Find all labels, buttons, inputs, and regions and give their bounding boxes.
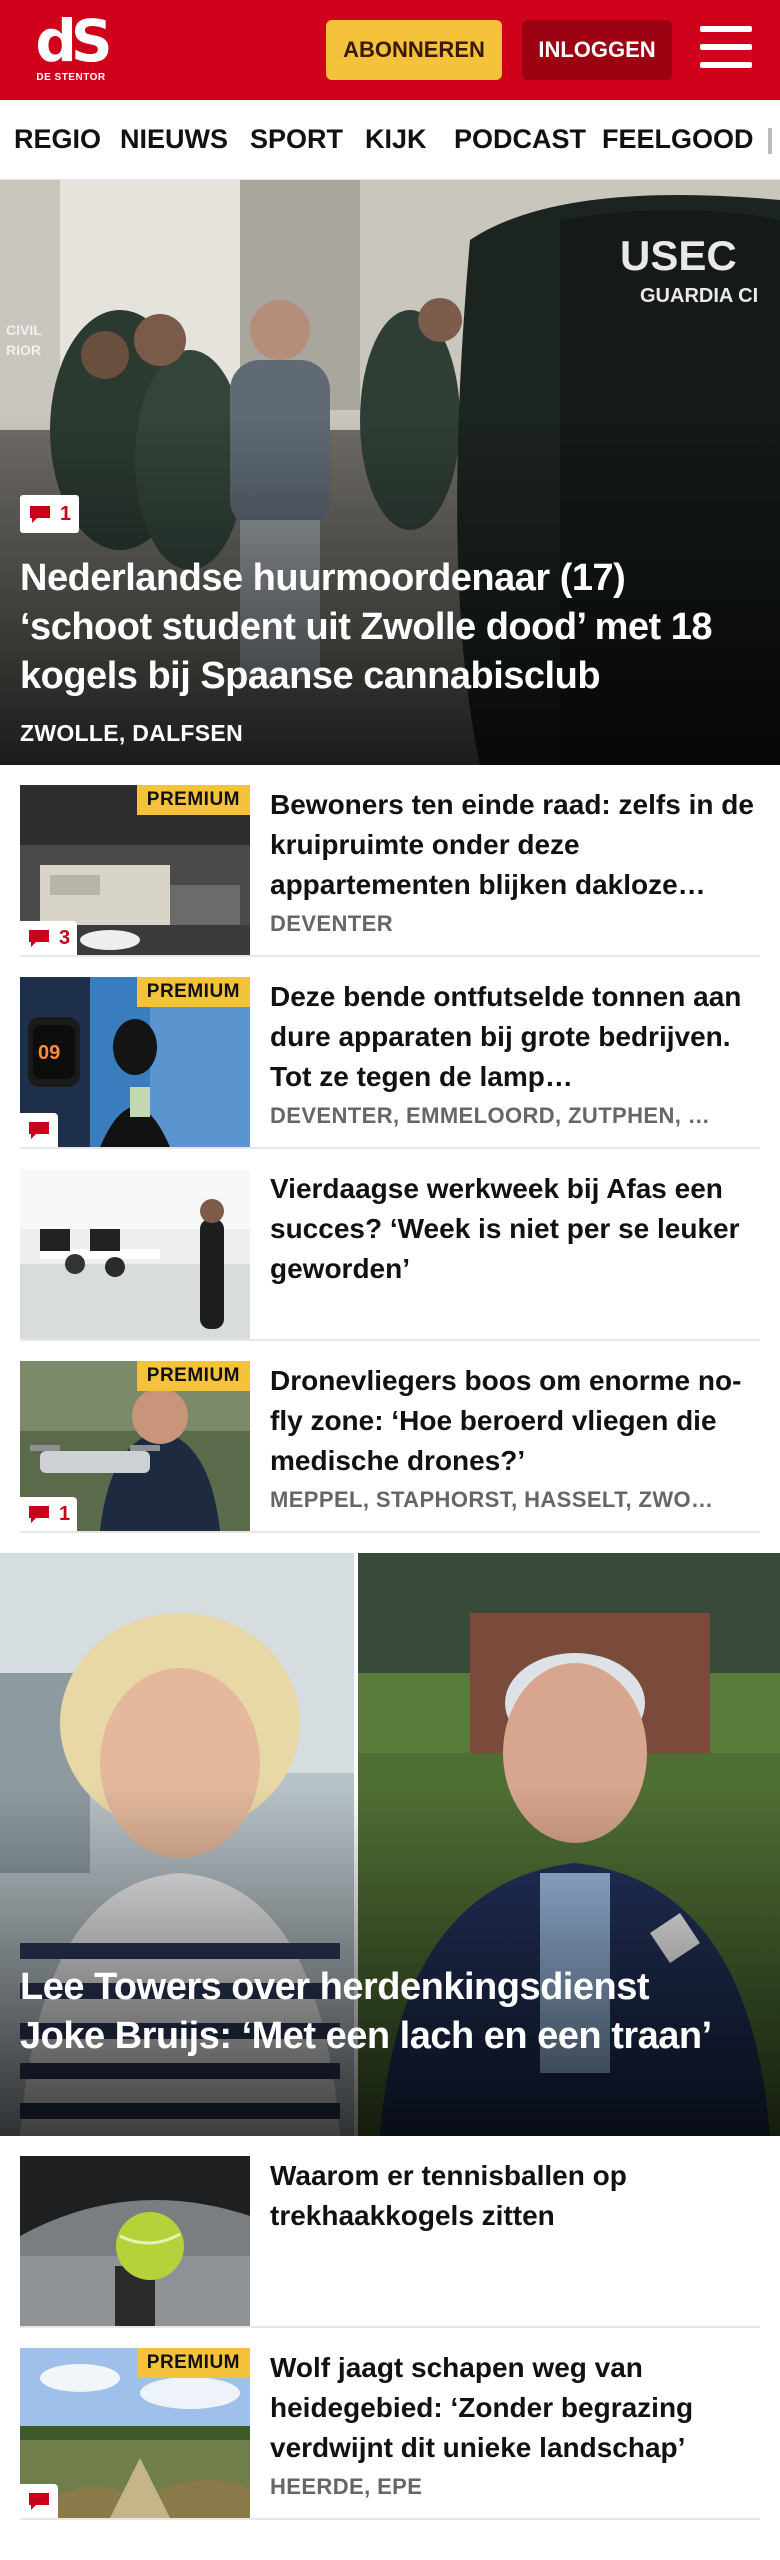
hero-article-2[interactable]: Lee Towers over herdenkingsdienst Joke B…: [0, 1553, 780, 2136]
site-logo[interactable]: dS DE STENTOR: [28, 10, 114, 92]
comment-count: 1: [60, 502, 72, 525]
comment-count-badge: [20, 2484, 58, 2518]
premium-badge: PREMIUM: [136, 785, 250, 815]
article-title[interactable]: Dronevliegers boos om enorme no-fly zone…: [270, 1361, 760, 1481]
article-thumbnail: 09 PREMIUM: [20, 977, 250, 1147]
vest-text-2: GUARDIA CI: [640, 285, 758, 307]
article-thumbnail: PREMIUM 1: [20, 1361, 250, 1531]
comment-icon: [29, 1122, 49, 1139]
nav-item-nieuws[interactable]: NIEUWS: [120, 124, 228, 155]
comment-count-badge: 3: [20, 921, 78, 955]
section-nav: REGIO NIEUWS SPORT KIJK PODCAST FEELGOOD: [0, 100, 780, 180]
article-thumbnail: PREMIUM: [20, 2348, 250, 2518]
article-thumbnail: [20, 2156, 250, 2326]
article-thumbnail: PREMIUM 3: [20, 785, 250, 955]
article-title[interactable]: Bewoners ten einde raad: zelfs in de kru…: [270, 785, 760, 905]
hamburger-icon[interactable]: [700, 26, 752, 72]
list-item[interactable]: Vierdaagse werkweek bij Afas een succes?…: [20, 1169, 760, 1341]
list-item[interactable]: PREMIUM 3 Bewoners ten einde raad: zelfs…: [20, 785, 760, 957]
comment-icon: [30, 506, 50, 523]
svg-text:CIVIL: CIVIL: [6, 322, 42, 338]
article-tags: DEVENTER: [270, 911, 393, 936]
hero-article-1[interactable]: USEC GUARDIA CI CIVIL RIOR 1 Nederlandse…: [0, 180, 780, 765]
list-item[interactable]: PREMIUM Wolf jaagt schapen weg van heide…: [20, 2348, 760, 2520]
comment-count-badge: [20, 1113, 58, 1147]
comment-count: 3: [59, 926, 71, 949]
login-button[interactable]: INLOGGEN: [522, 20, 672, 80]
hero-2-title[interactable]: Lee Towers over herdenkingsdienst Joke B…: [20, 1963, 740, 2061]
article-tags: HEERDE, EPE: [270, 2474, 423, 2499]
comment-count-badge: 1: [20, 495, 80, 533]
hero-1-tags: ZWOLLE, DALFSEN: [20, 720, 243, 746]
comment-count-badge: 1: [20, 1497, 78, 1531]
nav-item-kijk[interactable]: KIJK: [365, 124, 427, 155]
article-title[interactable]: Wolf jaagt schapen weg van heidegebied: …: [270, 2348, 760, 2468]
nav-item-podcast[interactable]: PODCAST: [454, 124, 586, 155]
nav-item-sport[interactable]: SPORT: [250, 124, 343, 155]
article-tags: DEVENTER, EMMELOORD, ZUTPHEN, …: [270, 1103, 711, 1128]
subscribe-button[interactable]: ABONNEREN: [326, 20, 502, 80]
nav-item-feelgood[interactable]: FEELGOOD: [602, 124, 754, 155]
article-title[interactable]: Deze bende ontfutselde tonnen aan dure a…: [270, 977, 760, 1097]
nav-item-regio[interactable]: REGIO: [14, 124, 101, 155]
article-title[interactable]: Waarom er tennisballen op trekhaakkogels…: [270, 2156, 760, 2236]
svg-text:RIOR: RIOR: [6, 342, 41, 358]
comment-icon: [29, 930, 49, 947]
premium-badge: PREMIUM: [136, 1361, 250, 1391]
comment-icon: [29, 1506, 49, 1523]
vest-text-1: USEC: [620, 232, 737, 279]
watch-text: 09: [38, 1042, 60, 1064]
site-header: dS DE STENTOR ABONNEREN INLOGGEN: [0, 0, 780, 100]
comment-count: 1: [59, 1502, 71, 1525]
premium-badge: PREMIUM: [136, 977, 250, 1007]
article-tags: MEPPEL, STAPHORST, HASSELT, ZWO…: [270, 1487, 714, 1512]
nav-overflow-hint: [768, 128, 772, 154]
logo-mark: dS: [35, 7, 112, 75]
article-thumbnail: [20, 1169, 250, 1339]
list-item[interactable]: PREMIUM 1 Dronevliegers boos om enorme n…: [20, 1361, 760, 1533]
logo-subtitle: DE STENTOR: [36, 72, 106, 83]
hero-1-title[interactable]: Nederlandse huurmoordenaar (17) ‘schoot …: [20, 554, 740, 701]
article-title[interactable]: Vierdaagse werkweek bij Afas een succes?…: [270, 1169, 760, 1289]
comment-icon: [29, 2493, 49, 2510]
list-item[interactable]: Waarom er tennisballen op trekhaakkogels…: [20, 2156, 760, 2328]
list-item[interactable]: 09 PREMIUM Deze bende ontfutselde tonnen…: [20, 977, 760, 1149]
premium-badge: PREMIUM: [136, 2348, 250, 2378]
